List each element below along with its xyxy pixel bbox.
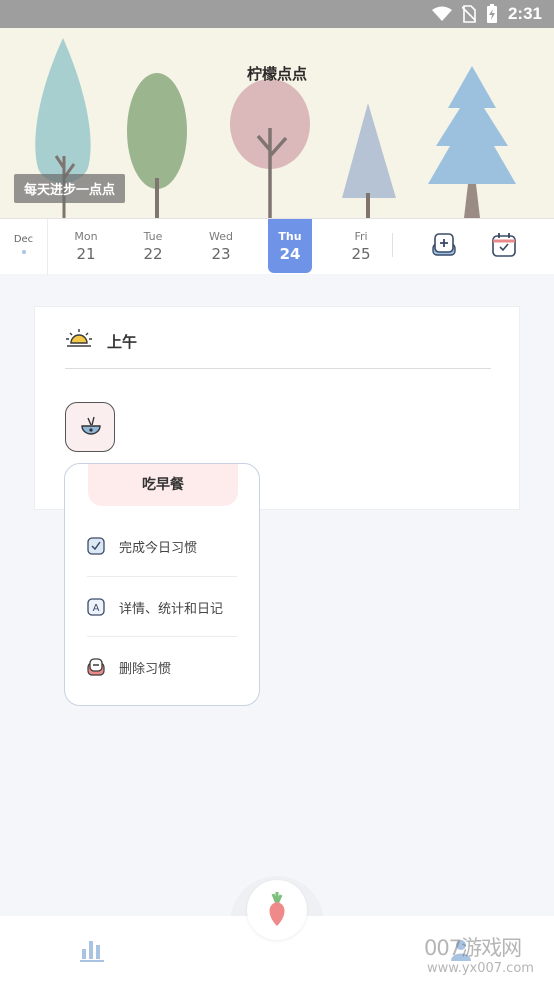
day-number: 24: [279, 245, 301, 263]
details-icon: A: [87, 598, 105, 616]
day-wed[interactable]: Wed 23: [199, 219, 243, 275]
check-icon: [87, 537, 105, 555]
app-title: 柠檬点点: [246, 65, 307, 83]
habit-action-popup: 吃早餐 完成今日习惯 A 详情、统计和日记 删除习惯: [64, 463, 260, 706]
complete-today-label: 完成今日习惯: [119, 540, 198, 556]
day-number: 21: [76, 245, 96, 263]
day-number: 23: [211, 245, 231, 263]
no-sim-icon: [461, 5, 476, 23]
noodle-bowl-icon: [81, 416, 101, 435]
week-divider: [392, 233, 393, 257]
delete-icon: [87, 658, 105, 676]
habit-breakfast-button[interactable]: [65, 402, 115, 452]
day-name: Thu: [278, 230, 302, 243]
month-dot: [21, 250, 26, 254]
day-mon[interactable]: Mon 21: [64, 219, 108, 275]
status-bar: 2:31: [0, 0, 554, 28]
center-radish-button[interactable]: [247, 880, 307, 940]
section-header: 上午: [65, 327, 491, 369]
details-stats-diary-button[interactable]: A 详情、统计和日记: [87, 587, 237, 627]
popup-divider: [87, 636, 237, 637]
week-selector: Dec Mon 21 Tue 22 Wed 23 Thu 24 Fri 25: [0, 218, 554, 275]
complete-today-button[interactable]: 完成今日习惯: [87, 526, 237, 566]
delete-habit-label: 删除习惯: [119, 661, 172, 677]
delete-habit-button[interactable]: 删除习惯: [87, 647, 237, 687]
day-fri[interactable]: Fri 25: [339, 219, 383, 275]
day-name: Fri: [354, 230, 368, 243]
sunrise-icon: [66, 329, 92, 347]
popup-title: 吃早餐: [88, 464, 238, 506]
day-number: 22: [143, 245, 163, 263]
svg-text:A: A: [93, 603, 100, 614]
watermark-text: 007游戏网: [424, 936, 522, 960]
status-time: 2:31: [507, 4, 542, 23]
details-stats-diary-label: 详情、统计和日记: [119, 601, 224, 617]
month-label: Dec: [13, 234, 34, 245]
day-number: 25: [351, 245, 371, 263]
day-name: Wed: [209, 230, 233, 243]
month-indicator[interactable]: Dec: [0, 219, 48, 275]
day-tue[interactable]: Tue 22: [131, 219, 175, 275]
add-habit-icon[interactable]: [430, 231, 458, 259]
section-title: 上午: [107, 333, 138, 351]
day-name: Mon: [74, 230, 98, 243]
day-name: Tue: [143, 230, 163, 243]
calendar-icon[interactable]: [490, 231, 518, 259]
wifi-icon: [431, 6, 452, 21]
header-banner: 柠檬点点 每天进步一点点: [0, 28, 554, 218]
popup-divider: [87, 576, 237, 577]
radish-icon: [269, 892, 285, 926]
watermark-url: www.yx007.com: [427, 961, 534, 976]
motto-label: 每天进步一点点: [14, 174, 126, 203]
day-thu-selected[interactable]: Thu 24: [268, 219, 312, 273]
stats-icon[interactable]: [80, 937, 106, 963]
battery-charging-icon: [486, 4, 497, 23]
